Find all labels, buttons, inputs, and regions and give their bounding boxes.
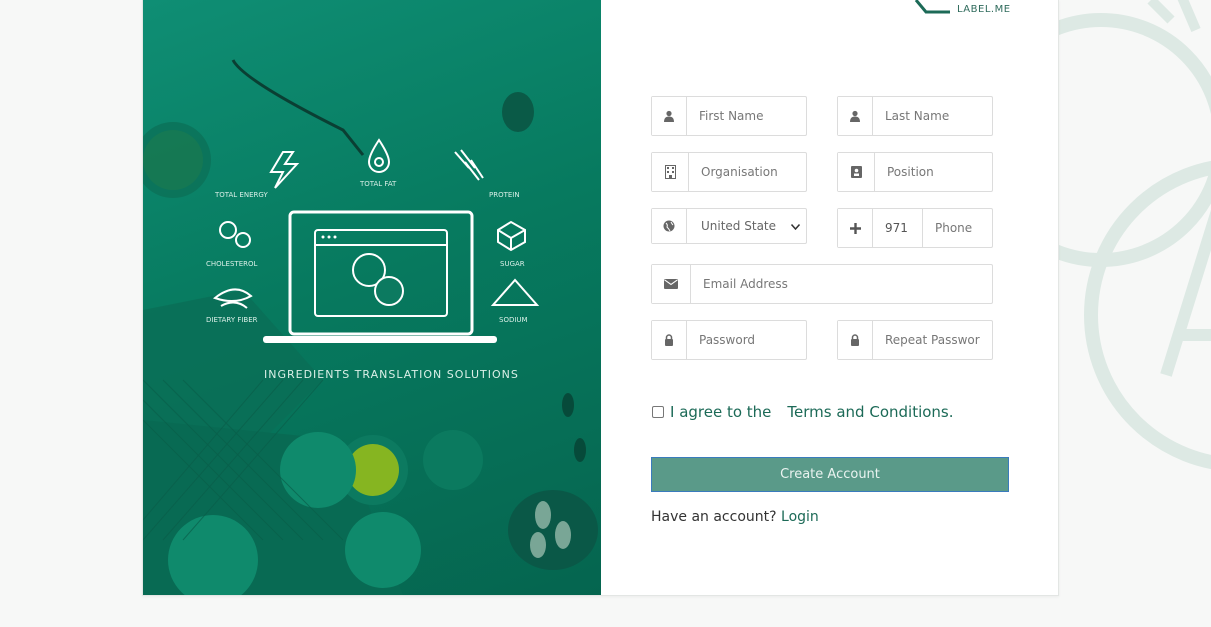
globe-icon [652,209,687,243]
repeat-password-input[interactable]: Repeat Passwor [873,321,992,359]
protein-label: PROTEIN [489,191,520,199]
last-name-input[interactable]: Last Name [873,97,992,135]
terms-row: I agree to the Terms and Conditions. [652,403,954,421]
lock-icon [652,321,687,359]
password-input[interactable]: Password [687,321,806,359]
phone-input[interactable]: Phone [923,209,992,247]
agree-text: I agree to the [670,403,772,421]
country-select[interactable]: United State [687,209,806,243]
signup-card: TOTAL ENERGY TOTAL FAT PROTEIN CHOLESTER… [142,0,1059,596]
password-field[interactable]: Password [651,320,807,360]
lock-icon [838,321,873,359]
terms-link[interactable]: Terms and Conditions. [787,403,953,421]
have-account-row: Have an account? Login [651,509,819,525]
user-icon [652,97,687,135]
hero-panel: TOTAL ENERGY TOTAL FAT PROTEIN CHOLESTER… [143,0,601,595]
phone-field[interactable]: 971 Phone [837,208,993,248]
country-field[interactable]: United State [651,208,807,244]
phone-code-input[interactable]: 971 [873,209,923,247]
envelope-icon [652,265,691,303]
email-field[interactable]: Email Address [651,264,993,304]
country-value: United State [701,219,777,233]
sugar-label: SUGAR [500,260,525,268]
terms-checkbox[interactable] [652,406,664,418]
building-icon [652,153,689,191]
cholesterol-label: CHOLESTEROL [206,260,258,268]
plus-icon [838,209,873,247]
position-field[interactable]: Position [837,152,993,192]
logo-text: LABEL.ME [957,4,1011,15]
sodium-label: SODIUM [499,316,528,324]
last-name-field[interactable]: Last Name [837,96,993,136]
create-account-button[interactable]: Create Account [651,457,1009,492]
user-icon [838,97,873,135]
id-badge-icon [838,153,875,191]
first-name-input[interactable]: First Name [687,97,806,135]
repeat-password-field[interactable]: Repeat Passwor [837,320,993,360]
email-input[interactable]: Email Address [691,265,992,303]
hero-tagline: INGREDIENTS TRANSLATION SOLUTIONS [264,368,519,381]
organisation-field[interactable]: Organisation [651,152,807,192]
login-link[interactable]: Login [781,509,819,525]
fiber-label: DIETARY FIBER [206,316,258,324]
energy-label: TOTAL ENERGY [215,191,268,199]
position-input[interactable]: Position [875,153,992,191]
fat-label: TOTAL FAT [360,180,397,188]
have-account-text: Have an account? [651,509,777,525]
chevron-down-icon [790,219,801,233]
organisation-input[interactable]: Organisation [689,153,806,191]
first-name-field[interactable]: First Name [651,96,807,136]
